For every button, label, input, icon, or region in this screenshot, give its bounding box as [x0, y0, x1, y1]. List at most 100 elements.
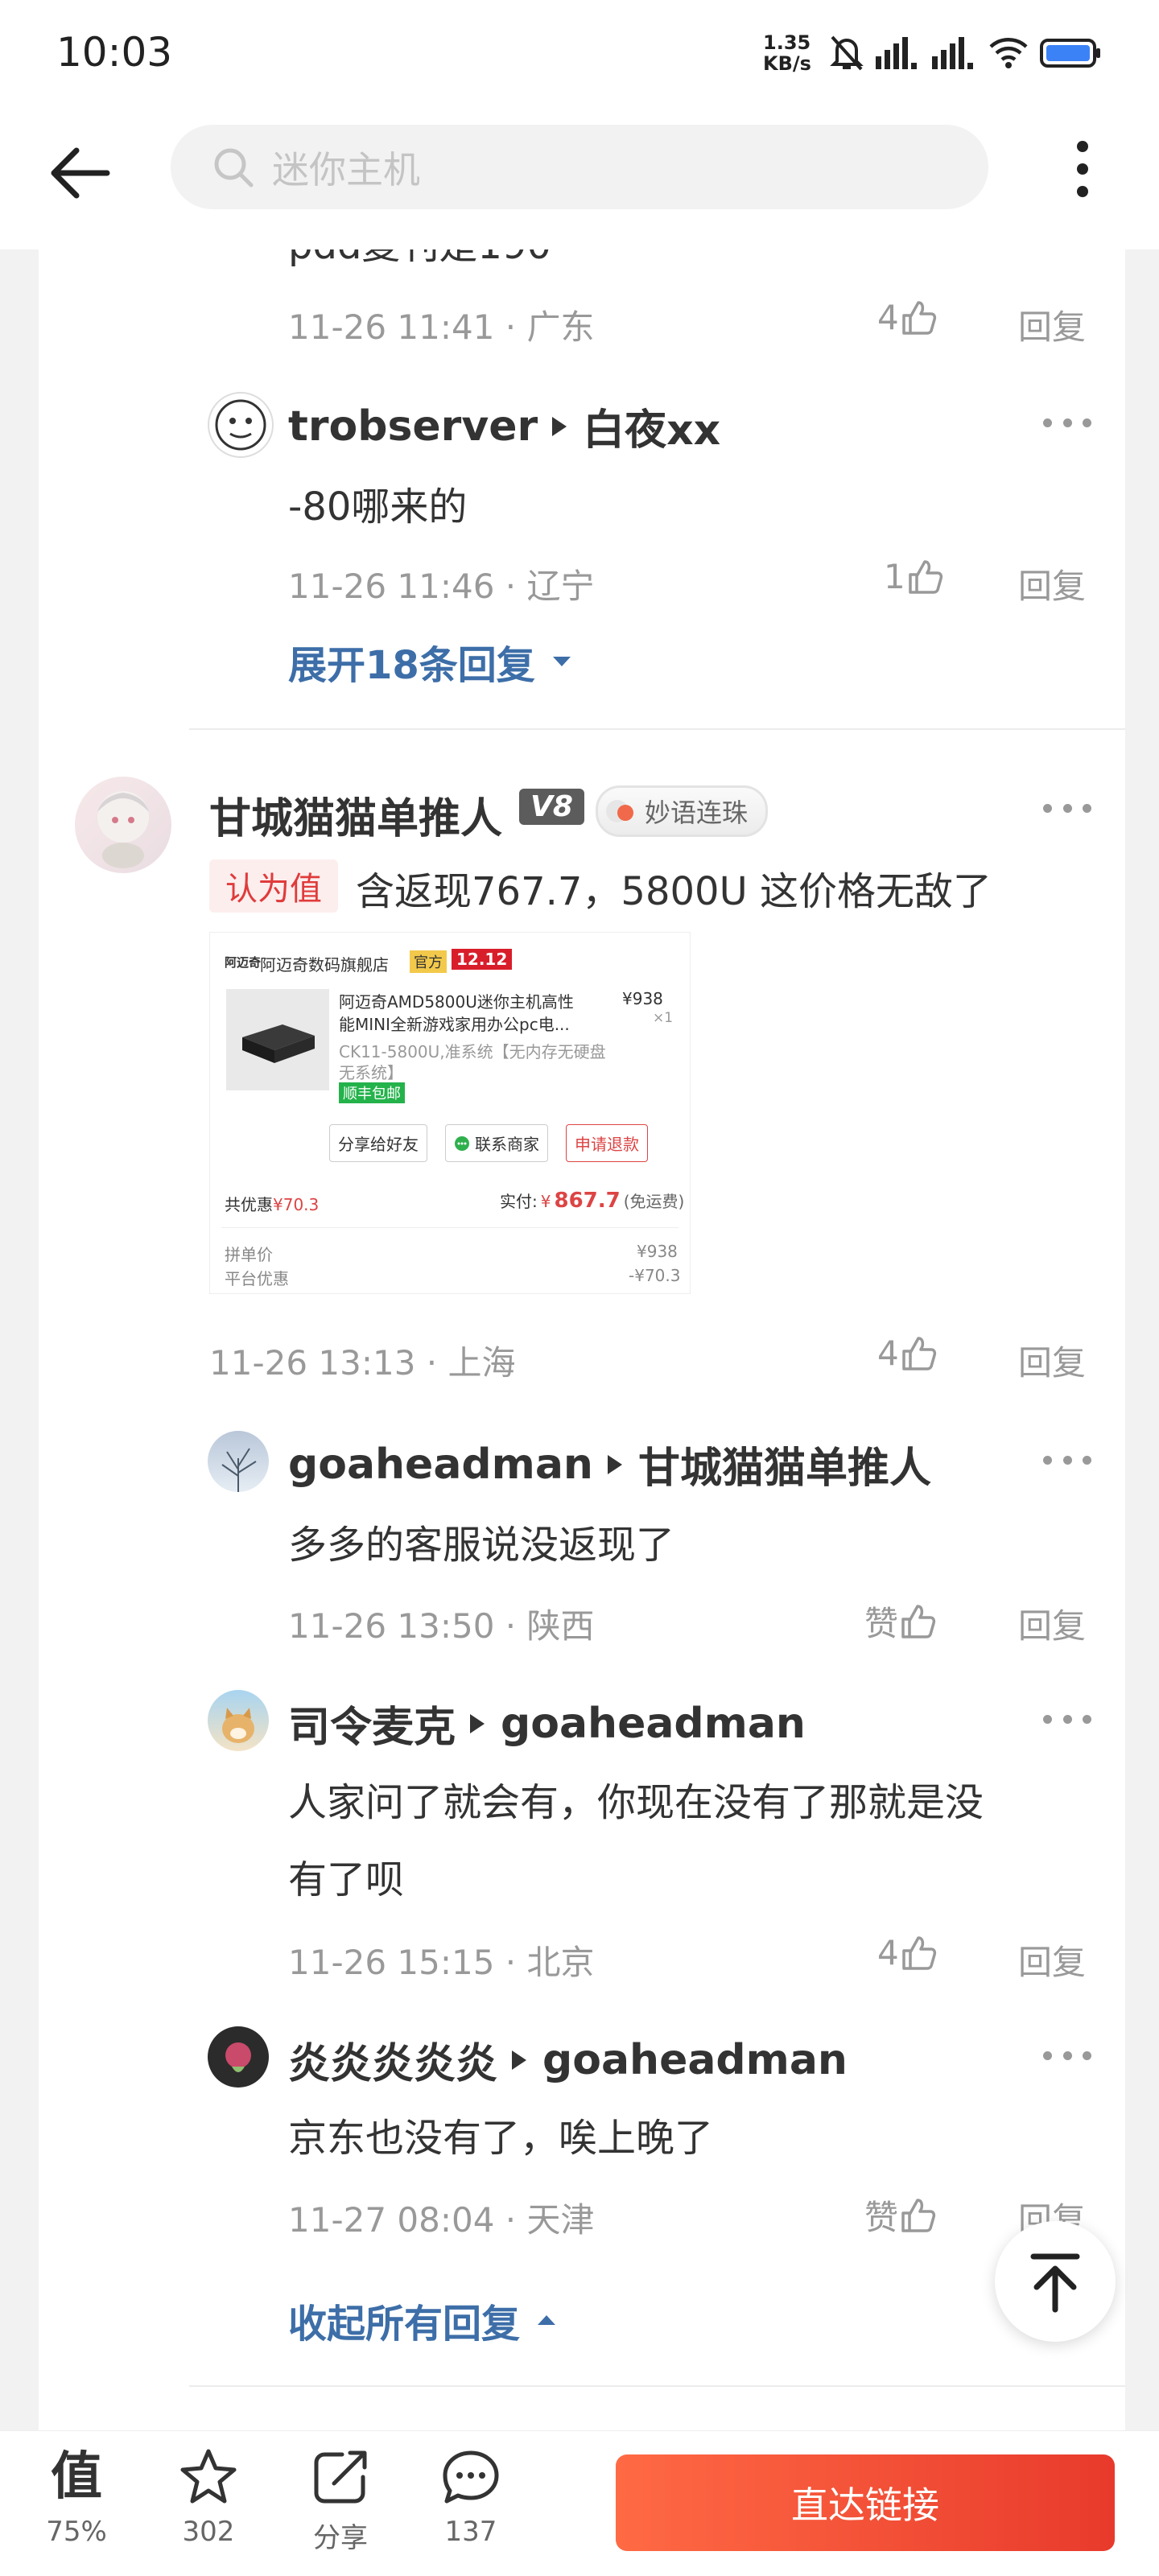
reply-date: 11-27 08:04 · 天津	[288, 2200, 595, 2240]
comment-date: 11-26 11:41 · 广东	[288, 307, 595, 347]
network-speed: 1.35 KB/s	[763, 32, 811, 74]
avatar[interactable]	[208, 1690, 269, 1751]
contact-seller-button: 联系商家	[445, 1124, 548, 1162]
paid-label: 实付:	[500, 1192, 538, 1211]
back-to-top-button[interactable]	[995, 2221, 1116, 2342]
discount-value: ¥70.3	[273, 1195, 320, 1214]
reply-date: 11-26 13:50 · 陕西	[288, 1606, 595, 1646]
avatar[interactable]	[208, 2026, 269, 2088]
more-dots-icon[interactable]	[1043, 2047, 1091, 2063]
reply-user[interactable]: trobserver 白夜xx	[288, 396, 720, 456]
more-dots-icon[interactable]	[1043, 414, 1091, 431]
medal-icon	[606, 800, 633, 822]
status-time: 10:03	[56, 29, 173, 76]
caret-up-icon	[538, 2315, 556, 2325]
share-label: 分享	[313, 2522, 368, 2554]
thumbs-up-icon	[901, 1935, 936, 1970]
reply-arrow-icon	[607, 1454, 622, 1474]
favorite-button[interactable]: 302	[164, 2446, 253, 2575]
more-dots-icon[interactable]	[1043, 800, 1091, 816]
more-options-button-overlay[interactable]	[1062, 138, 1103, 200]
reply-to-user[interactable]: goaheadman	[542, 2036, 848, 2084]
like-button[interactable]: 4	[877, 1333, 938, 1373]
reply-button[interactable]: 回复	[1018, 300, 1086, 349]
expand-replies-button[interactable]: 展开18条回复	[288, 633, 572, 690]
reply-button[interactable]: 回复	[1018, 1599, 1086, 1648]
store-logo: 阿迈奇	[225, 955, 262, 970]
comments-button[interactable]: 137	[427, 2446, 515, 2575]
worth-tag: 认为值	[209, 859, 338, 913]
username[interactable]: 炎炎炎炎炎	[288, 2030, 497, 2090]
group-price-value: ¥938	[637, 1242, 678, 1261]
signal-icon	[876, 37, 917, 69]
comment-date: 11-26 13:13 · 上海	[209, 1343, 516, 1383]
reply-to-user[interactable]: goaheadman	[501, 1700, 806, 1748]
level-badge: V8	[519, 789, 584, 825]
direct-link-button[interactable]: 直达链接	[616, 2454, 1115, 2551]
collapse-replies-label[interactable]: 收起所有回复	[288, 2292, 520, 2348]
back-button-overlay[interactable]	[44, 137, 117, 209]
more-dots-icon[interactable]	[1043, 1711, 1091, 1727]
arrow-up-icon	[1030, 2253, 1080, 2313]
avatar[interactable]	[208, 1431, 269, 1492]
reply-to-user[interactable]: 白夜xx	[583, 396, 720, 456]
reply-button[interactable]: 回复	[1018, 1935, 1086, 1985]
divider	[189, 728, 1125, 730]
username[interactable]: 司令麦克	[288, 1693, 456, 1754]
thumbs-up-icon	[901, 1604, 936, 1638]
reply-user[interactable]: goaheadman 甘城猫猫单推人	[288, 1434, 931, 1494]
medal-badge[interactable]: 妙语连珠	[596, 785, 769, 837]
network-speed-value: 1.35	[763, 31, 811, 54]
like-button[interactable]: 赞	[864, 2191, 937, 2240]
product-price: ¥938	[622, 989, 663, 1008]
thumbs-up-icon	[901, 2198, 936, 2232]
product-title-2: 能MINI全新游戏家用办公pc电...	[339, 1015, 570, 1034]
reply-text-line-2: 有了呗	[288, 1857, 405, 1902]
product-thumbnail	[226, 989, 329, 1090]
worth-percent: 75%	[46, 2516, 107, 2548]
search-icon-overlay	[211, 145, 256, 190]
signal-icon-2	[932, 37, 973, 69]
worth-button[interactable]: 值 75%	[32, 2446, 121, 2575]
thumbs-up-icon	[901, 300, 936, 335]
reply-date: 11-26 15:15 · 北京	[288, 1943, 595, 1982]
like-button[interactable]: 赞	[864, 1597, 937, 1646]
thumbs-up-icon	[908, 559, 942, 594]
paid-note: (免运费)	[623, 1192, 685, 1211]
like-button[interactable]: 4	[877, 298, 938, 337]
comment-text: 含返现767.7，5800U 这价格无敌了	[356, 869, 992, 914]
medal-label: 妙语连珠	[645, 798, 749, 828]
avatar[interactable]	[75, 777, 171, 873]
avatar[interactable]	[208, 392, 274, 458]
comment-username[interactable]: 甘城猫猫单推人	[209, 785, 502, 845]
reply-button[interactable]: 回复	[1018, 559, 1086, 608]
mute-bell-icon	[830, 35, 864, 71]
contact-seller-label: 联系商家	[475, 1135, 539, 1154]
share-icon	[314, 2450, 367, 2504]
product-qty: ×1	[653, 1010, 674, 1026]
battery-icon	[1040, 39, 1100, 68]
reply-user[interactable]: 司令麦克 goaheadman	[288, 1693, 806, 1754]
expand-replies-label[interactable]: 展开18条回复	[288, 633, 535, 690]
reply-arrow-icon	[552, 416, 567, 436]
more-dots-icon[interactable]	[1043, 1452, 1091, 1468]
platform-discount-value: -¥70.3	[629, 1266, 681, 1285]
collapse-replies-button[interactable]: 收起所有回复	[288, 2292, 557, 2348]
like-button[interactable]: 4	[877, 1933, 938, 1972]
reply-button[interactable]: 回复	[1018, 1336, 1086, 1385]
reply-to-user[interactable]: 甘城猫猫单推人	[638, 1434, 931, 1494]
group-price-label: 拼单价	[225, 1245, 273, 1264]
reply-text: 多多的客服说没返现了	[288, 1523, 675, 1568]
username[interactable]: trobserver	[288, 402, 538, 451]
network-speed-unit: KB/s	[763, 52, 811, 75]
share-button[interactable]: 分享	[296, 2446, 385, 2575]
platform-discount-label: 平台优惠	[225, 1269, 289, 1288]
search-placeholder-overlay[interactable]: 迷你主机	[272, 141, 420, 194]
username[interactable]: goaheadman	[288, 1440, 593, 1489]
like-button[interactable]: 1	[884, 557, 944, 596]
reply-user[interactable]: 炎炎炎炎炎 goaheadman	[288, 2030, 848, 2090]
store-name: 阿迈奇数码旗舰店	[260, 955, 389, 975]
comment-image[interactable]: 阿迈奇 阿迈奇数码旗舰店 官方 12.12 阿迈奇AMD5800U迷你主机高性 …	[209, 932, 691, 1294]
reply-date: 11-26 11:46 · 辽宁	[288, 567, 595, 606]
chat-icon	[455, 1136, 469, 1151]
